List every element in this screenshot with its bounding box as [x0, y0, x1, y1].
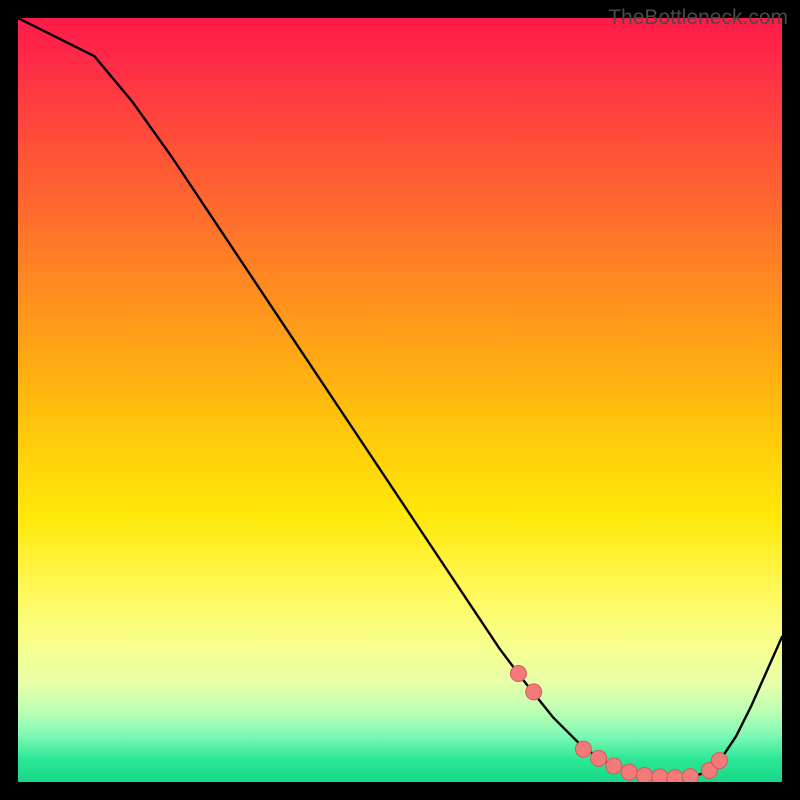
- curve-marker: [591, 750, 607, 766]
- curve-marker: [510, 666, 526, 682]
- curve-marker: [711, 753, 727, 769]
- curve-marker: [606, 758, 622, 774]
- watermark-text: TheBottleneck.com: [608, 6, 788, 30]
- curve-marker: [652, 769, 668, 782]
- bottleneck-curve: [18, 18, 782, 778]
- curve-marker: [526, 684, 542, 700]
- chart-svg: [18, 18, 782, 782]
- chart-plot-area: [18, 18, 782, 782]
- curve-marker: [682, 769, 698, 782]
- curve-markers: [510, 666, 727, 782]
- curve-marker: [575, 741, 591, 757]
- curve-marker: [621, 764, 637, 780]
- curve-marker: [667, 770, 683, 782]
- curve-marker: [636, 768, 652, 782]
